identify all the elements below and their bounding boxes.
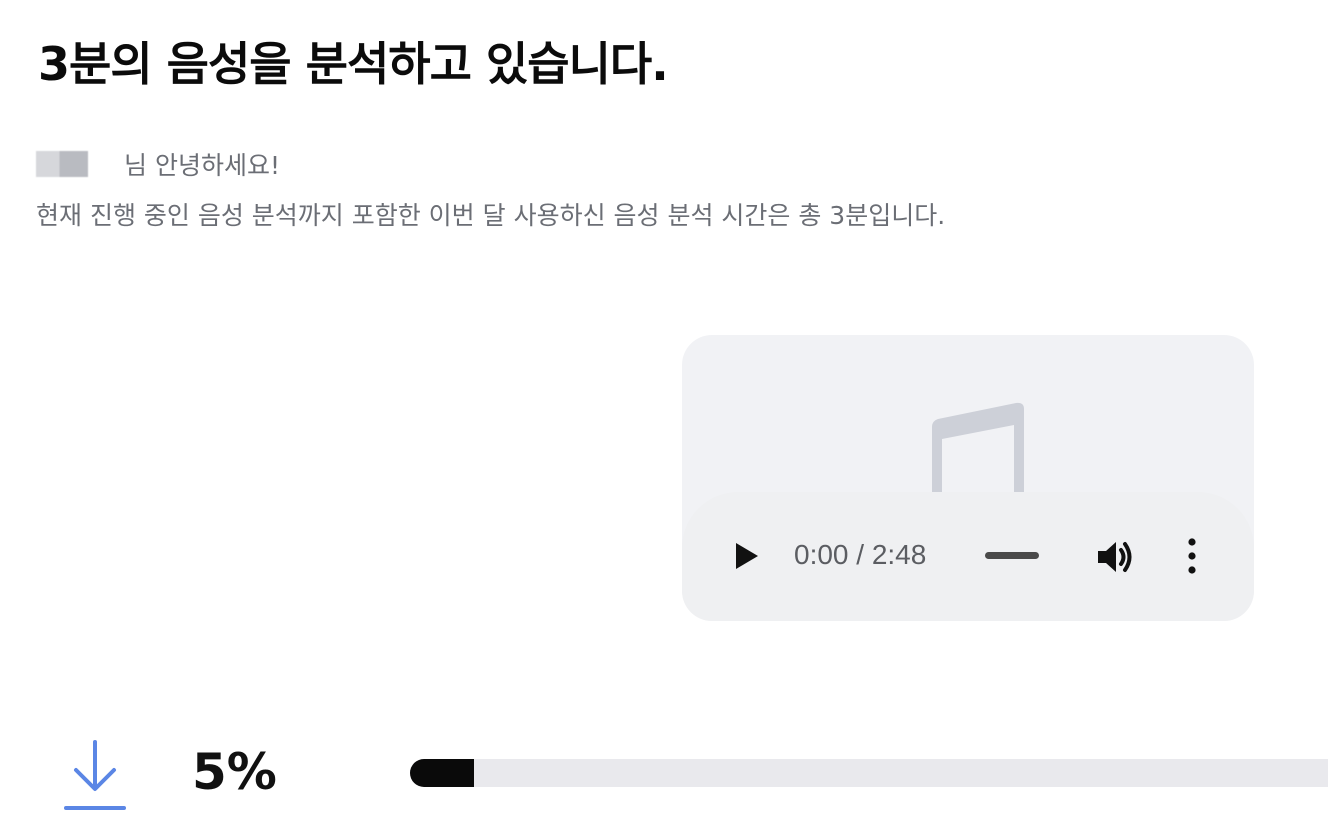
- music-note-icon: [932, 402, 1024, 497]
- download-icon[interactable]: [62, 738, 128, 814]
- usage-message: 현재 진행 중인 음성 분석까지 포함한 이번 달 사용하신 음성 분석 시간은…: [36, 201, 946, 230]
- play-icon[interactable]: [732, 541, 762, 571]
- progress-bar: [410, 759, 1328, 787]
- audio-controls: 0:00 / 2:48: [682, 492, 1254, 621]
- greeting: 님 안녕하세요!: [36, 146, 280, 182]
- progress-fill: [410, 759, 475, 787]
- time-display: 0:00 / 2:48: [794, 539, 927, 570]
- more-vertical-icon[interactable]: [1182, 536, 1202, 576]
- progress-percent: 5%: [192, 743, 277, 801]
- volume-icon[interactable]: [1096, 538, 1136, 576]
- audio-player: 0:00 / 2:48: [682, 335, 1254, 621]
- user-name-redacted: [36, 151, 88, 177]
- greeting-text: 님 안녕하세요!: [124, 151, 280, 180]
- seek-slider[interactable]: [985, 552, 1039, 559]
- page-title: 3분의 음성을 분석하고 있습니다.: [38, 37, 669, 91]
